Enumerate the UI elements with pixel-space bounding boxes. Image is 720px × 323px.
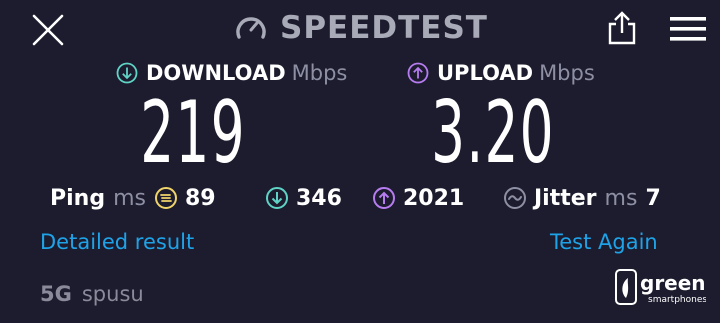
app-title: SPEEDTEST — [234, 8, 488, 48]
ping-download-value: 346 — [296, 185, 342, 211]
greensmartphones-watermark-logo: green smartphones — [614, 268, 707, 312]
upload-label: UPLOAD — [437, 61, 534, 85]
watermark-word: green — [640, 271, 706, 295]
download-speed-value: 219 — [140, 83, 246, 183]
ping-upload: 2021 — [372, 182, 464, 214]
ping-download: 346 — [265, 182, 342, 214]
share-icon — [608, 11, 636, 45]
network-info: 5G spusu — [40, 282, 144, 306]
idle-ping-icon — [154, 187, 177, 209]
close-button[interactable] — [30, 12, 66, 48]
network-provider: spusu — [81, 282, 144, 306]
menu-button[interactable] — [668, 14, 708, 44]
ping-idle: Ping ms 89 — [50, 182, 216, 214]
upload-ping-icon — [373, 187, 395, 209]
jitter: Jitter ms 7 — [503, 182, 661, 214]
upload-unit: Mbps — [539, 61, 595, 85]
jitter-value: 7 — [645, 185, 661, 211]
download-ping-icon — [266, 187, 288, 209]
ping-unit: ms — [113, 185, 146, 211]
app-title-text: SPEEDTEST — [280, 10, 488, 46]
jitter-label: Jitter — [534, 185, 597, 211]
download-unit: Mbps — [291, 61, 348, 85]
share-button[interactable] — [604, 10, 640, 46]
close-icon — [32, 14, 64, 46]
hamburger-menu-icon — [670, 17, 706, 41]
jitter-wave-icon — [504, 187, 526, 209]
download-label: DOWNLOAD — [146, 61, 286, 85]
upload-speed-value: 3.20 — [431, 83, 555, 183]
download-arrow-icon — [116, 62, 138, 84]
jitter-unit: ms — [604, 185, 638, 211]
detailed-result-link[interactable]: Detailed result — [40, 230, 194, 254]
upload-arrow-icon — [407, 62, 429, 84]
watermark-sub: smartphones — [648, 295, 706, 305]
speedometer-icon — [236, 17, 266, 39]
ping-upload-value: 2021 — [403, 185, 465, 211]
test-again-button[interactable]: Test Again — [550, 230, 658, 254]
ping-label: Ping — [50, 185, 106, 211]
network-type: 5G — [40, 282, 72, 306]
ping-idle-value: 89 — [184, 185, 216, 211]
